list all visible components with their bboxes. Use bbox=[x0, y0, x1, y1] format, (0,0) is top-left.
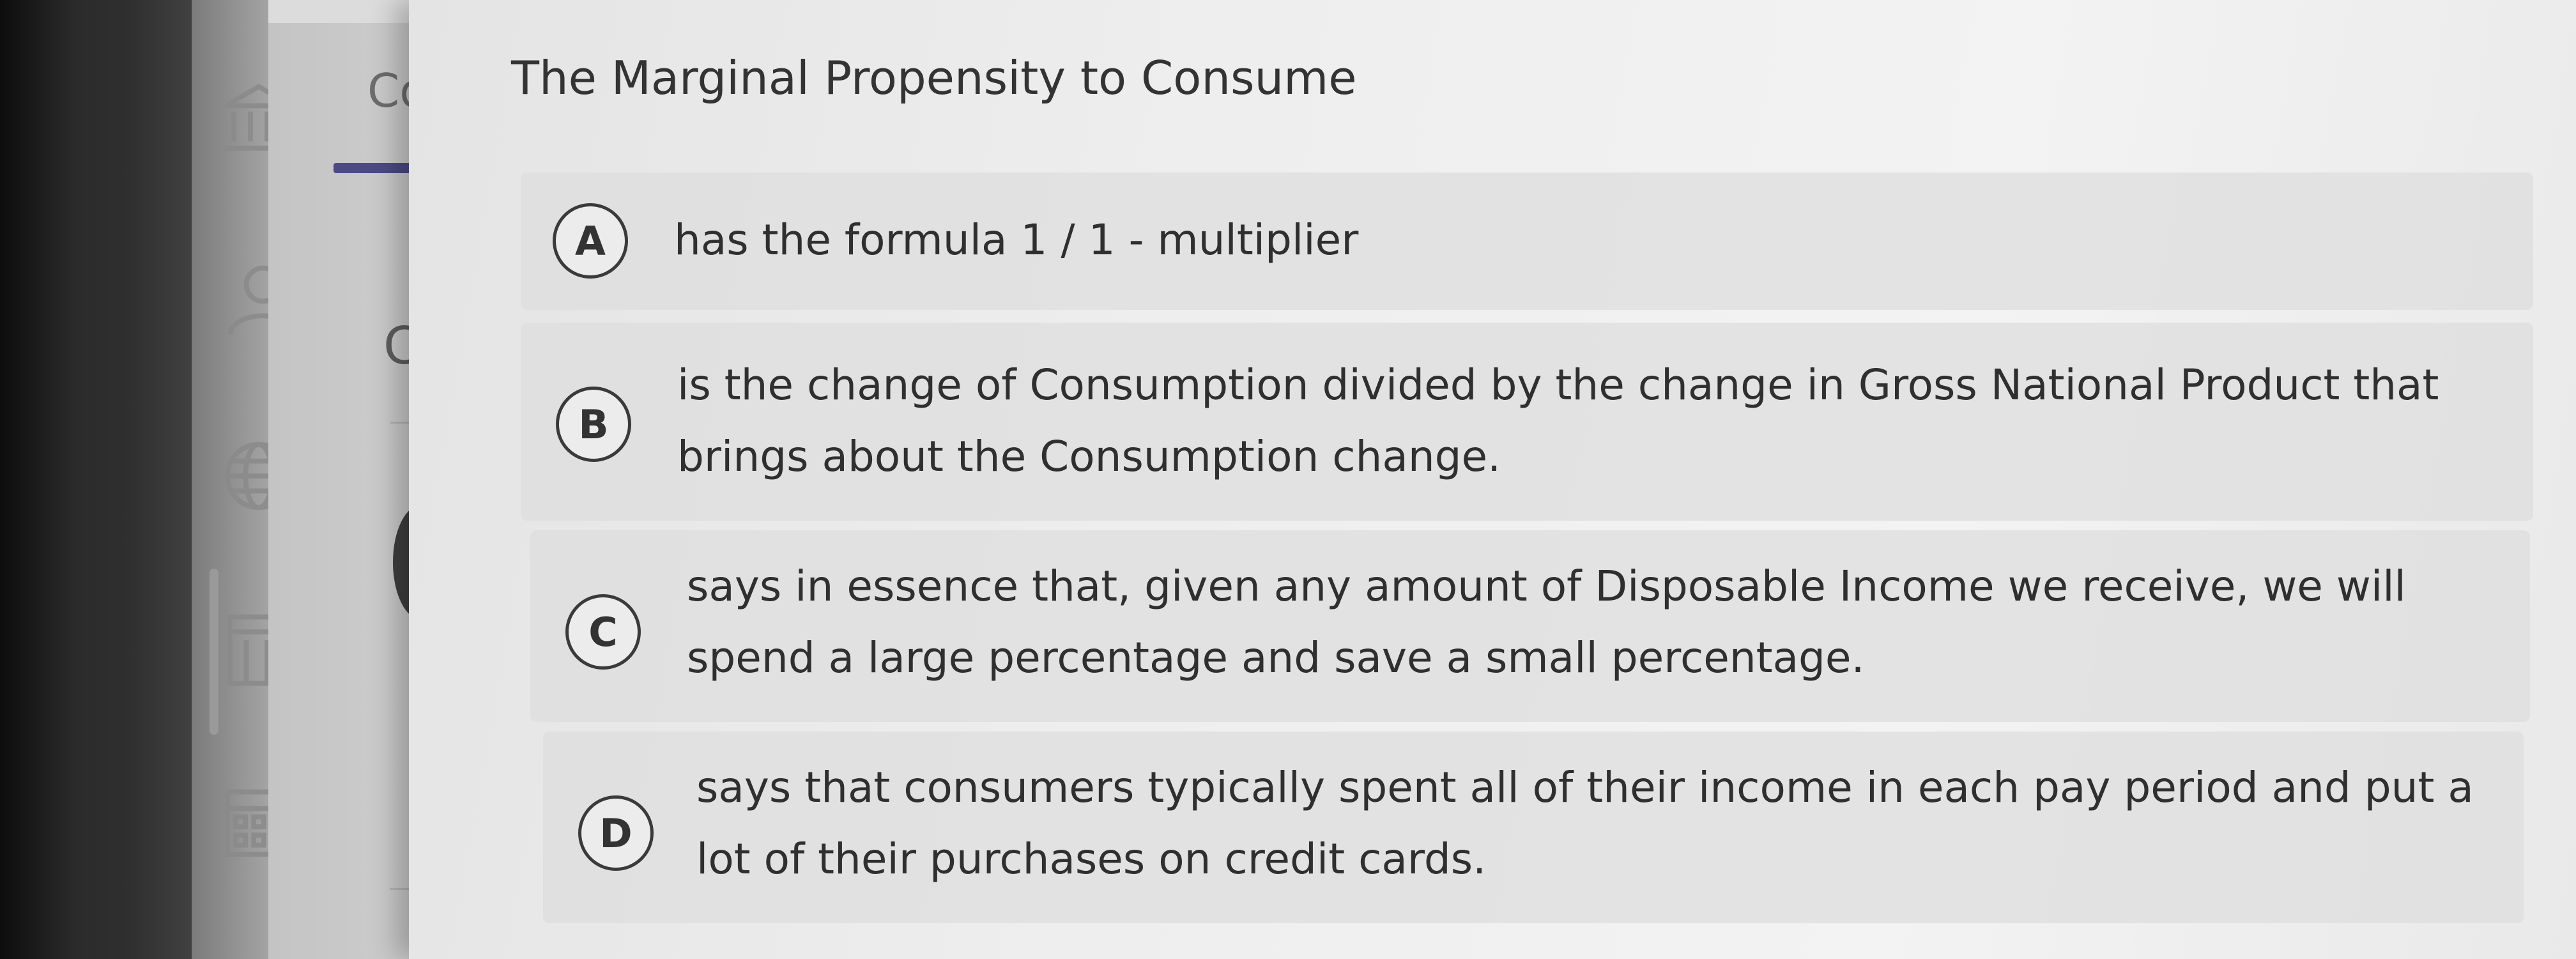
answer-option-c[interactable]: C says in essence that, given any amount… bbox=[530, 530, 2530, 722]
option-letter-badge: A bbox=[553, 203, 628, 279]
side-top-strip bbox=[268, 0, 415, 23]
option-letter-badge: D bbox=[578, 795, 654, 871]
active-tab-indicator bbox=[334, 163, 413, 173]
option-text: says that consumers typically spent all … bbox=[696, 763, 2474, 884]
option-letter-badge: C bbox=[565, 594, 641, 670]
option-text: is the change of Consumption divided by … bbox=[677, 360, 2439, 481]
answer-option-b[interactable]: B is the change of Consumption divided b… bbox=[521, 323, 2533, 521]
question-title: The Marginal Propensity to Consume bbox=[511, 51, 1357, 105]
answer-option-a[interactable]: A has the formula 1 / 1 - multiplier bbox=[521, 173, 2533, 310]
answer-option-d[interactable]: D says that consumers typically spent al… bbox=[543, 732, 2524, 923]
option-letter-badge: B bbox=[556, 387, 631, 462]
screen: Co C D The Marginal Propensity to Consum… bbox=[0, 0, 2576, 959]
option-text: has the formula 1 / 1 - multiplier bbox=[674, 215, 1359, 265]
option-text: says in essence that, given any amount o… bbox=[687, 562, 2406, 682]
